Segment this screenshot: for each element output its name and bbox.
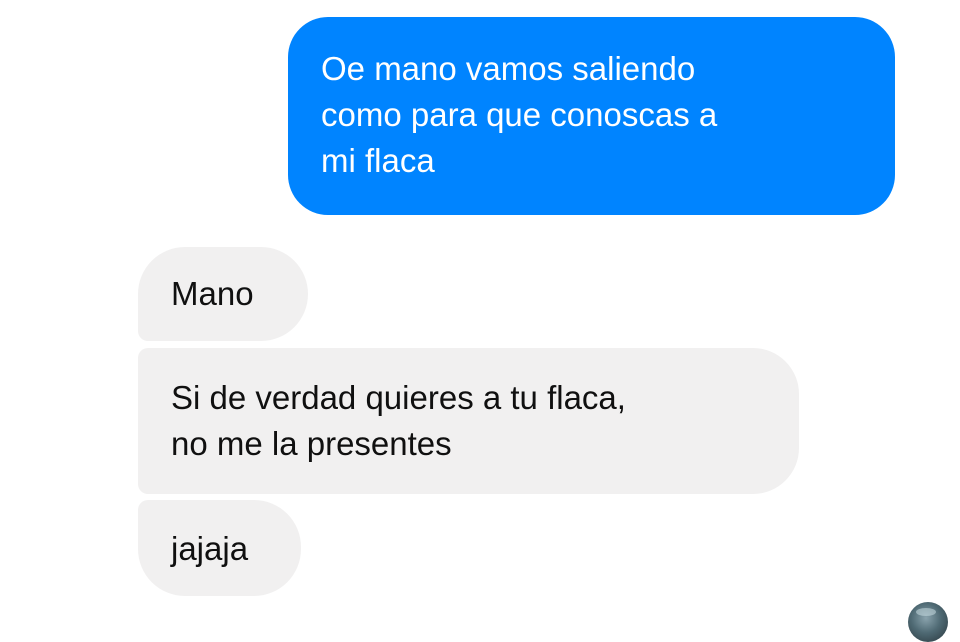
read-receipt-avatar-icon [908, 602, 948, 642]
received-message-bubble[interactable]: Si de verdad quieres a tu flaca, no me l… [138, 348, 799, 494]
received-message-bubble[interactable]: Mano [138, 247, 308, 341]
sent-message-bubble[interactable]: Oe mano vamos saliendo como para que con… [288, 17, 895, 215]
received-message-bubble[interactable]: jajaja [138, 500, 301, 596]
